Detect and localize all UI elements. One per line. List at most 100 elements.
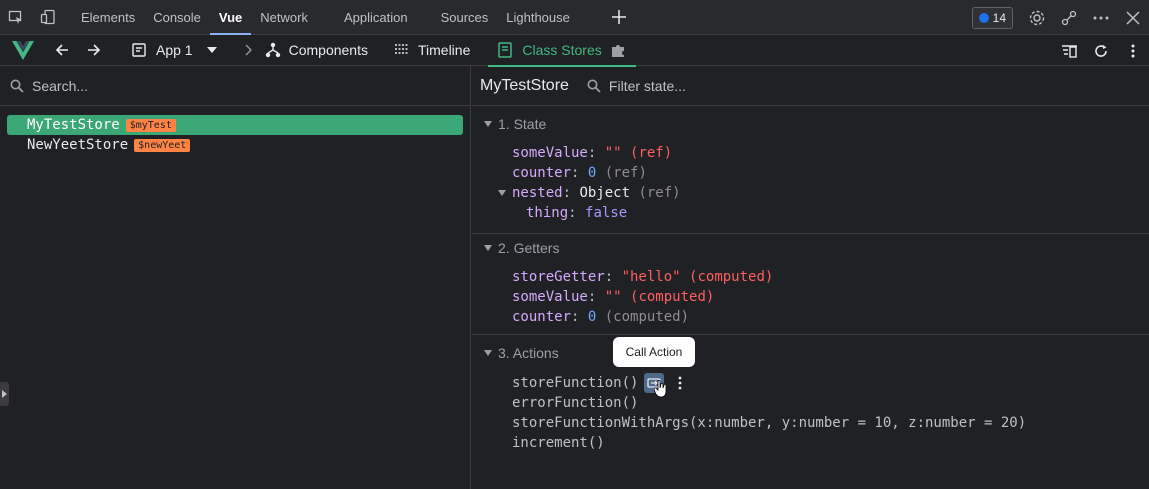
- store-item-newyeet[interactable]: NewYeetStore $newYeet: [7, 135, 463, 155]
- section-heading: 3. Actions: [498, 345, 559, 361]
- breadcrumb-chevron-icon: [239, 35, 259, 66]
- tab-label: Components: [288, 42, 368, 58]
- state-meta: (ref): [630, 145, 673, 161]
- getter-key: counter: [512, 309, 572, 325]
- issues-count: 14: [992, 10, 1006, 25]
- state-value: "": [604, 145, 622, 161]
- dropdown-arrow-icon: [206, 47, 217, 53]
- store-tag-badge: $newYeet: [134, 138, 191, 152]
- app-selector[interactable]: App 1: [132, 35, 217, 66]
- filter-state-input[interactable]: [608, 77, 909, 94]
- section-heading: 1. State: [498, 116, 547, 132]
- tab-label: Timeline: [417, 42, 471, 58]
- getter-row-storegetter[interactable]: storeGetter: "hello" (computed): [512, 269, 773, 285]
- remote-devices-icon[interactable]: [1053, 0, 1085, 35]
- tooltip-text: Call Action: [625, 345, 683, 359]
- store-name: MyTestStore: [27, 117, 120, 133]
- collapse-arrow-icon: [484, 245, 492, 251]
- getter-row-somevalue[interactable]: someValue: "" (computed): [512, 289, 714, 305]
- tab-class-stores[interactable]: Class Stores: [488, 35, 637, 67]
- store-inspector-pane: MyTestStore 1. State someValue: "" (ref)…: [472, 66, 1149, 489]
- forward-arrow-icon[interactable]: [78, 35, 110, 66]
- clear-trash-icon[interactable]: [1053, 35, 1085, 66]
- action-item[interactable]: storeFunction(): [512, 375, 638, 391]
- vue-logo-icon: [0, 35, 46, 66]
- tab-sources[interactable]: Sources: [432, 0, 498, 35]
- add-tab-icon[interactable]: [599, 0, 639, 35]
- tab-application[interactable]: Application: [335, 0, 417, 35]
- inspector-title: MyTestStore: [480, 76, 569, 94]
- back-arrow-icon[interactable]: [46, 35, 78, 66]
- devtools-tabbar: Elements Console Vue Network Application…: [0, 0, 1149, 35]
- issues-icon: [978, 12, 989, 23]
- getter-value: "": [604, 289, 622, 305]
- call-action-tooltip: Call Action: [613, 337, 695, 367]
- hand-cursor-icon: [653, 379, 668, 401]
- getter-value: "hello": [621, 269, 681, 285]
- tab-label: Application: [343, 9, 408, 25]
- tab-lighthouse[interactable]: Lighthouse: [497, 0, 579, 35]
- components-icon: [265, 42, 280, 58]
- inspector-header: MyTestStore: [472, 66, 1149, 106]
- tab-label: Class Stores: [522, 42, 602, 58]
- tab-components[interactable]: Components: [265, 35, 368, 66]
- state-section-header[interactable]: 1. State: [484, 116, 546, 132]
- getter-key: storeGetter: [512, 269, 605, 285]
- inspect-element-icon[interactable]: [0, 0, 32, 35]
- state-key: thing: [526, 205, 569, 221]
- action-item[interactable]: errorFunction(): [512, 395, 638, 411]
- store-tag-badge: $myTest: [125, 118, 176, 132]
- action-more-options-icon[interactable]: [675, 375, 685, 391]
- getters-section: 2. Getters storeGetter: "hello" (compute…: [472, 234, 1149, 335]
- refresh-icon[interactable]: [1085, 35, 1117, 66]
- expand-panel-handle[interactable]: [0, 382, 9, 406]
- vue-more-options-icon[interactable]: [1117, 35, 1149, 66]
- actions-section: 3. Actions storeFunction() errorFunction…: [472, 335, 1149, 489]
- state-row-counter[interactable]: counter: 0 (ref): [512, 165, 647, 181]
- timeline-icon: [394, 44, 409, 54]
- state-row-thing[interactable]: thing: false: [526, 205, 627, 221]
- getter-key: someValue: [512, 289, 588, 305]
- tab-label: Elements: [81, 9, 136, 25]
- state-key: someValue: [512, 145, 588, 161]
- tab-console[interactable]: Console: [144, 0, 210, 35]
- getter-meta: (computed): [630, 289, 715, 305]
- state-row-nested[interactable]: nested: Object (ref): [512, 185, 681, 201]
- app-label: App 1: [156, 42, 193, 58]
- actions-section-header[interactable]: 3. Actions: [484, 345, 559, 361]
- issues-badge[interactable]: 14: [971, 6, 1013, 29]
- store-item-mytest[interactable]: MyTestStore $myTest: [7, 115, 463, 135]
- tab-label: Sources: [440, 9, 489, 25]
- tab-timeline[interactable]: Timeline: [394, 35, 470, 66]
- store-list-pane: MyTestStore $myTest NewYeetStore $newYee…: [0, 66, 471, 489]
- action-item[interactable]: storeFunctionWithArgs(x:number, y:number…: [512, 415, 1026, 431]
- settings-gear-icon[interactable]: [1021, 0, 1053, 35]
- expand-nested-icon[interactable]: [498, 190, 506, 196]
- tab-elements[interactable]: Elements: [72, 0, 144, 35]
- search-input[interactable]: [32, 77, 432, 94]
- state-row-somevalue[interactable]: someValue: "" (ref): [512, 145, 672, 161]
- tab-label: Console: [153, 9, 201, 25]
- getters-section-header[interactable]: 2. Getters: [484, 240, 559, 256]
- state-value: Object: [579, 185, 631, 201]
- tab-label: Lighthouse: [506, 9, 570, 25]
- getter-row-counter[interactable]: counter: 0 (computed): [512, 309, 689, 325]
- tab-label: Network: [260, 9, 308, 25]
- action-item[interactable]: increment(): [512, 435, 605, 451]
- state-value: false: [585, 205, 628, 221]
- close-icon[interactable]: [1117, 0, 1149, 35]
- app-window-icon: [132, 43, 146, 57]
- tab-network[interactable]: Network: [251, 0, 317, 35]
- more-options-icon[interactable]: [1085, 0, 1117, 35]
- state-meta: (ref): [604, 165, 647, 181]
- state-meta: (ref): [638, 185, 681, 201]
- collapse-arrow-icon: [484, 350, 492, 356]
- chevron-right-icon: [2, 390, 7, 398]
- section-heading: 2. Getters: [498, 240, 560, 256]
- getter-value: 0: [587, 309, 597, 325]
- store-name: NewYeetStore: [27, 137, 129, 153]
- filter-search-icon: [587, 79, 601, 93]
- tab-vue[interactable]: Vue: [209, 0, 252, 35]
- device-toolbar-icon[interactable]: [32, 0, 64, 35]
- collapse-arrow-icon: [484, 121, 492, 127]
